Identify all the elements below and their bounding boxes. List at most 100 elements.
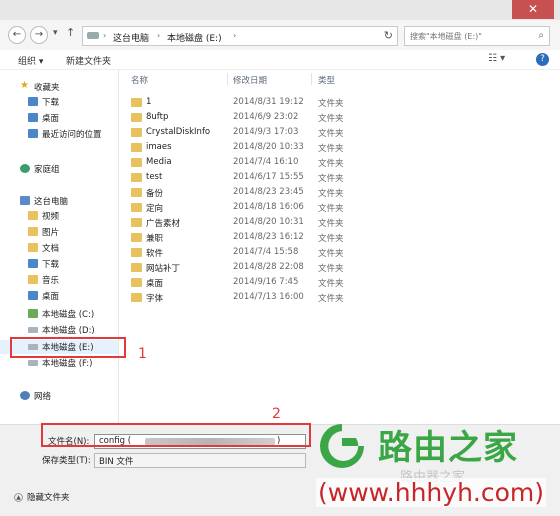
file-date: 2014/9/3 17:03: [233, 127, 299, 137]
nav-homegroup[interactable]: 家庭组: [0, 162, 118, 176]
annotation-number-2: 2: [272, 406, 281, 422]
file-row[interactable]: 备份 2014/8/23 23:45 文件夹: [129, 185, 429, 200]
search-icon[interactable]: ⌕: [538, 30, 544, 41]
nav-pictures[interactable]: 图片: [0, 225, 118, 239]
annotation-number-1: 1: [138, 346, 147, 362]
view-options-button[interactable]: ☷ ▾: [488, 53, 505, 64]
back-button[interactable]: ←: [8, 26, 26, 44]
folder-icon: [131, 98, 142, 107]
organize-button[interactable]: 组织 ▾: [18, 54, 43, 67]
breadcrumb-separator: ›: [157, 31, 161, 40]
history-dropdown-button[interactable]: ▾: [53, 28, 58, 38]
file-date: 2014/8/18 16:06: [233, 202, 304, 212]
nav-documents[interactable]: 文档: [0, 241, 118, 255]
file-type: 文件夹: [318, 219, 344, 229]
file-type: 文件夹: [318, 234, 344, 244]
drive-icon: [28, 327, 38, 333]
hide-folders-label: 隐藏文件夹: [27, 493, 70, 503]
nav-label: 视频: [42, 212, 60, 222]
search-input[interactable]: [405, 27, 525, 45]
system-drive-icon: [28, 309, 38, 318]
nav-label: 这台电脑: [34, 197, 69, 207]
drive-icon: [28, 360, 38, 366]
file-row[interactable]: 定向 2014/8/18 16:06 文件夹: [129, 200, 429, 215]
file-name: 备份: [146, 189, 164, 199]
address-bar[interactable]: › 这台电脑 › 本地磁盘 (E:) › ↻: [82, 26, 398, 46]
file-type: 文件夹: [318, 114, 344, 124]
nav-label: 本地磁盘 (F:): [42, 359, 93, 369]
file-date: 2014/8/31 19:12: [233, 97, 304, 107]
file-row[interactable]: Media 2014/7/4 16:10 文件夹: [129, 155, 429, 170]
file-date: 2014/7/13 16:00: [233, 292, 304, 302]
column-header-date[interactable]: 修改日期: [233, 74, 267, 86]
breadcrumb-separator: ›: [103, 31, 107, 40]
file-row[interactable]: CrystalDiskInfo 2014/9/3 17:03 文件夹: [129, 125, 429, 140]
downloads-icon: [28, 259, 38, 268]
file-row[interactable]: 软件 2014/7/4 15:58 文件夹: [129, 245, 429, 260]
file-type: 文件夹: [318, 294, 344, 304]
folder-icon: [131, 143, 142, 152]
help-button[interactable]: ?: [536, 53, 549, 66]
file-type: 文件夹: [318, 129, 344, 139]
refresh-icon[interactable]: ↻: [384, 29, 393, 42]
file-name: Media: [146, 157, 172, 167]
nav-favorites[interactable]: ★ 收藏夹: [0, 80, 118, 94]
new-folder-button[interactable]: 新建文件夹: [66, 54, 111, 67]
address-row: ← → ▾ ↑ › 这台电脑 › 本地磁盘 (E:) › ↻ ⌕: [0, 20, 560, 50]
folder-icon: [131, 218, 142, 227]
nav-desktop[interactable]: 桌面: [0, 111, 118, 125]
column-header-type[interactable]: 类型: [318, 74, 335, 86]
nav-videos[interactable]: 视频: [0, 209, 118, 223]
file-row[interactable]: 兼职 2014/8/23 16:12 文件夹: [129, 230, 429, 245]
nav-music[interactable]: 音乐: [0, 273, 118, 287]
hide-folders-button[interactable]: ▲ 隐藏文件夹: [14, 491, 70, 503]
nav-drive-f[interactable]: 本地磁盘 (F:): [0, 356, 118, 370]
breadcrumb-drive-e[interactable]: 本地磁盘 (E:): [167, 31, 222, 44]
file-type: 文件夹: [318, 174, 344, 184]
forward-button[interactable]: →: [30, 26, 48, 44]
annotation-box-drive: [10, 337, 126, 358]
filetype-select[interactable]: BIN 文件: [94, 453, 306, 468]
file-row[interactable]: test 2014/6/17 15:55 文件夹: [129, 170, 429, 185]
downloads-icon: [28, 97, 38, 106]
nav-downloads-pc[interactable]: 下载: [0, 257, 118, 271]
nav-drive-d[interactable]: 本地磁盘 (D:): [0, 323, 118, 337]
folder-icon: [131, 128, 142, 137]
file-date: 2014/8/20 10:33: [233, 142, 304, 152]
file-row[interactable]: imaes 2014/8/20 10:33 文件夹: [129, 140, 429, 155]
nav-recent[interactable]: 最近访问的位置: [0, 127, 118, 141]
nav-label: 桌面: [42, 292, 60, 302]
file-name: imaes: [146, 142, 172, 152]
nav-network[interactable]: 网络: [0, 389, 118, 403]
file-type: 文件夹: [318, 264, 344, 274]
up-button[interactable]: ↑: [66, 26, 75, 39]
documents-icon: [28, 243, 38, 252]
file-name: 定向: [146, 204, 164, 214]
file-name: 1: [146, 97, 152, 107]
close-button[interactable]: ✕: [512, 0, 554, 19]
nav-downloads[interactable]: 下载: [0, 95, 118, 109]
file-row[interactable]: 8uftp 2014/6/9 23:02 文件夹: [129, 110, 429, 125]
nav-drive-c[interactable]: 本地磁盘 (C:): [0, 307, 118, 321]
column-header-name[interactable]: 名称: [131, 74, 148, 86]
file-row[interactable]: 字体 2014/7/13 16:00 文件夹: [129, 290, 429, 305]
file-type: 文件夹: [318, 99, 344, 109]
nav-label: 下载: [42, 98, 60, 108]
file-name: 网站补丁: [146, 264, 181, 274]
column-divider[interactable]: [311, 73, 312, 85]
star-icon: ★: [20, 80, 29, 91]
column-divider[interactable]: [227, 73, 228, 85]
file-row[interactable]: 桌面 2014/9/16 7:45 文件夹: [129, 275, 429, 290]
nav-label: 最近访问的位置: [42, 130, 102, 140]
breadcrumb-this-pc[interactable]: 这台电脑: [113, 31, 149, 44]
nav-this-pc[interactable]: 这台电脑: [0, 194, 118, 208]
nav-label: 文档: [42, 244, 60, 254]
file-type: 文件夹: [318, 189, 344, 199]
file-row[interactable]: 1 2014/8/31 19:12 文件夹: [129, 95, 429, 110]
nav-desktop-pc[interactable]: 桌面: [0, 289, 118, 303]
file-row[interactable]: 广告素材 2014/8/20 10:31 文件夹: [129, 215, 429, 230]
filetype-value: BIN 文件: [99, 457, 134, 467]
file-type: 文件夹: [318, 204, 344, 214]
file-row[interactable]: 网站补丁 2014/8/28 22:08 文件夹: [129, 260, 429, 275]
file-name: 8uftp: [146, 112, 169, 122]
